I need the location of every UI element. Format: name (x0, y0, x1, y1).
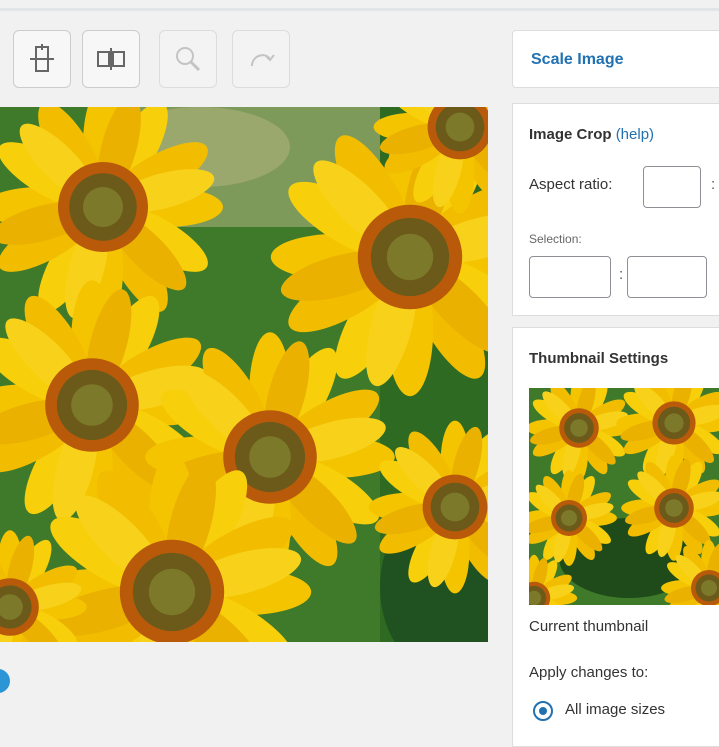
redo-button[interactable] (232, 30, 290, 88)
selection-width-input[interactable] (529, 256, 611, 298)
all-image-sizes-label[interactable]: All image sizes (565, 701, 665, 718)
all-image-sizes-radio[interactable] (533, 701, 553, 721)
sunflower-image[interactable] (0, 107, 488, 642)
selection-separator: : (619, 266, 624, 283)
thumbnail-settings-panel: Thumbnail Settings Current thumbnail App… (512, 327, 719, 747)
crop-button[interactable] (13, 30, 71, 88)
apply-changes-label: Apply changes to: (529, 664, 649, 681)
current-thumbnail-caption: Current thumbnail (529, 618, 649, 635)
image-crop-title: Image Crop (help) (529, 126, 654, 143)
zoom-button[interactable] (159, 30, 217, 88)
image-crop-heading: Image Crop (529, 126, 612, 143)
redo-icon (251, 54, 275, 67)
aspect-ratio-width-input[interactable] (643, 166, 701, 208)
thumbnail-photo (529, 388, 719, 605)
selection-label: Selection: (529, 232, 582, 246)
current-thumbnail-image (529, 388, 719, 605)
flip-icon (97, 48, 125, 70)
sunflower-photo (0, 107, 488, 642)
top-divider (0, 8, 719, 11)
aspect-ratio-separator: : (711, 176, 716, 193)
crop-icon (30, 44, 54, 72)
thumbnail-settings-title: Thumbnail Settings (529, 350, 669, 367)
crop-help-link[interactable]: (help) (616, 126, 654, 143)
aspect-ratio-label: Aspect ratio: (529, 176, 613, 193)
selection-height-input[interactable] (627, 256, 707, 298)
image-crop-panel: Image Crop (help) Aspect ratio: : Select… (512, 103, 719, 316)
scale-image-link[interactable]: Scale Image (531, 51, 624, 69)
info-icon[interactable] (0, 669, 10, 693)
scale-image-panel[interactable]: Scale Image (512, 30, 719, 88)
flip-button[interactable] (82, 30, 140, 88)
zoom-icon (176, 47, 201, 72)
